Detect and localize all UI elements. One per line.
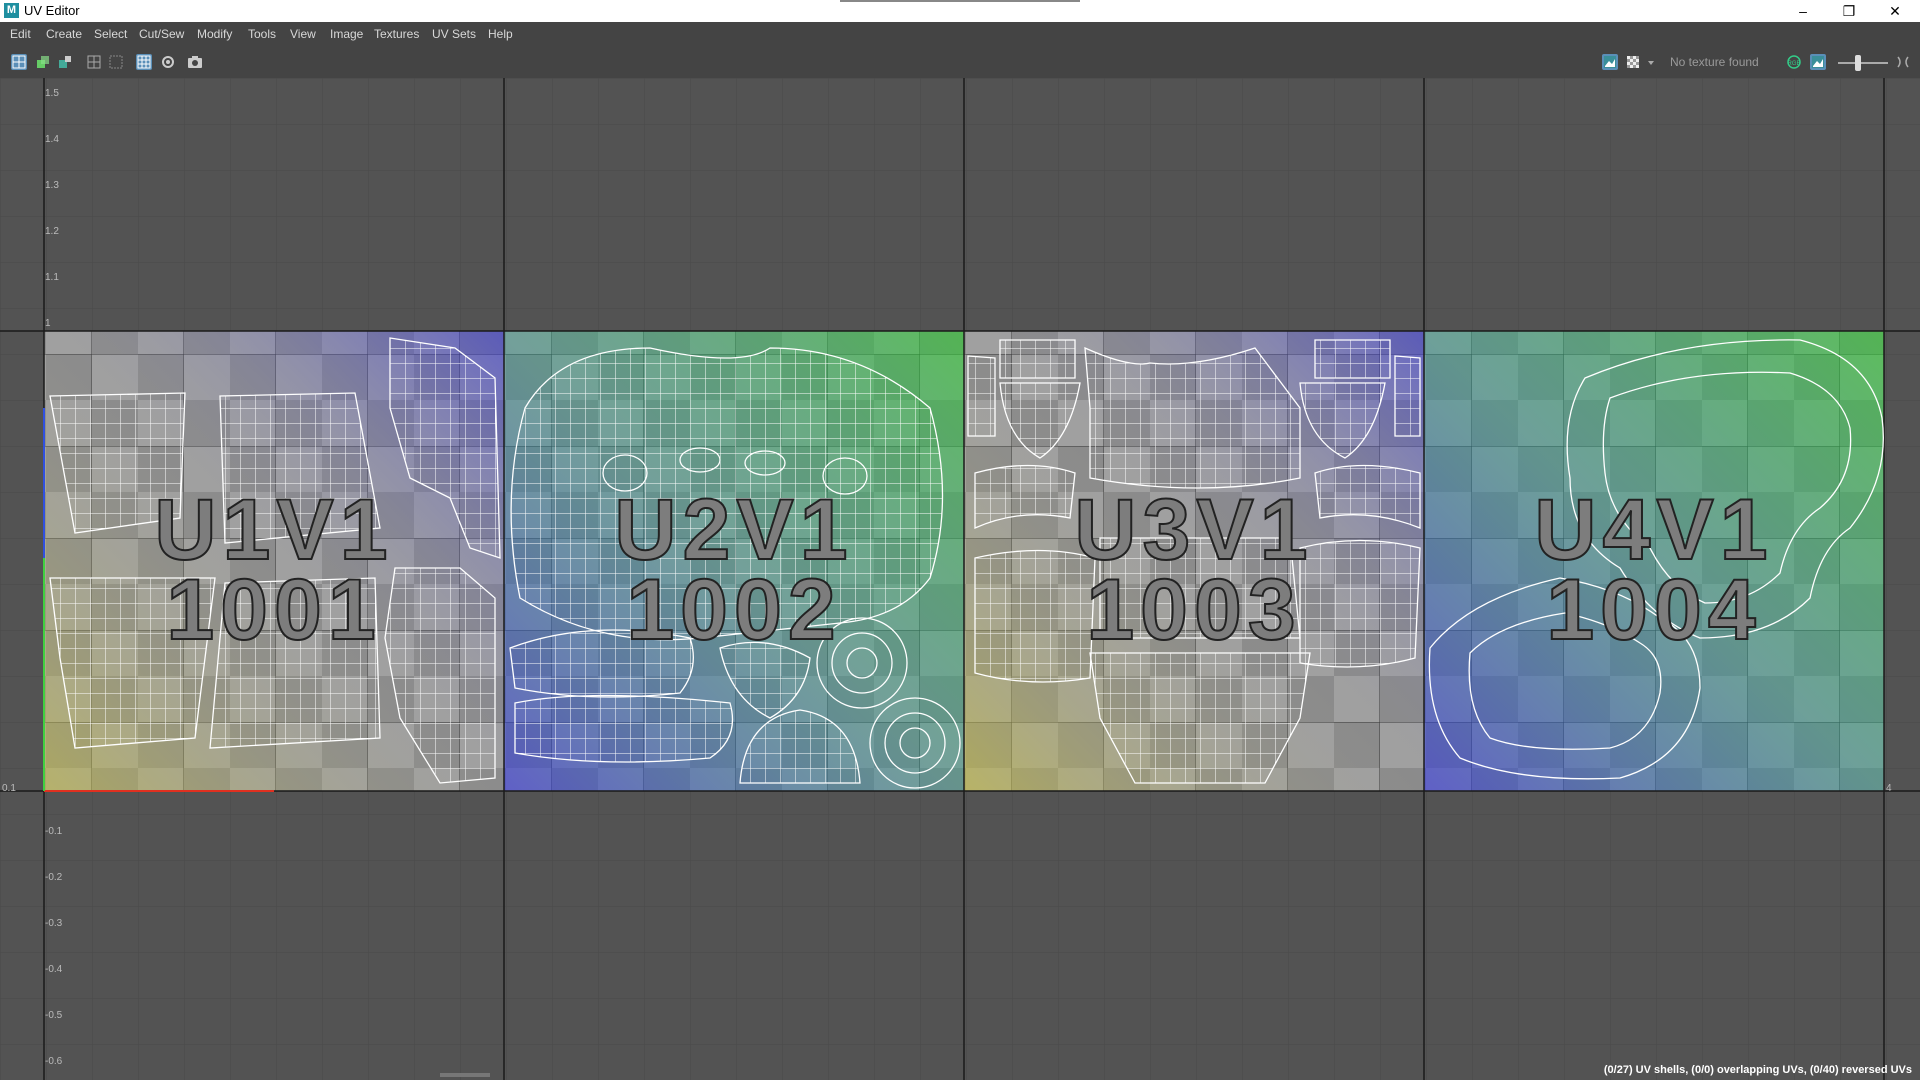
alpha-display-icon[interactable] xyxy=(1810,54,1826,70)
checker-grid-icon[interactable] xyxy=(136,54,152,70)
axis-label: -0.1 xyxy=(45,826,63,837)
axis-label: 1.5 xyxy=(45,88,59,99)
axis-label: -0.2 xyxy=(45,872,63,883)
axis-label: -0.5 xyxy=(45,1010,63,1021)
menu-textures[interactable]: Textures xyxy=(374,27,419,41)
title-bar: M UV Editor – ❐ ✕ xyxy=(0,0,1920,22)
udim-id: 1001 xyxy=(165,561,382,659)
exposure-slider-handle[interactable] xyxy=(1855,55,1861,71)
uv-viewport[interactable]: 1.5 1.4 1.3 1.2 1.1 1 0.1 4 -0.1 -0.2 -0… xyxy=(0,78,1920,1080)
rgb-channel-icon[interactable]: RGB xyxy=(1786,54,1802,70)
menu-edit[interactable]: Edit xyxy=(10,27,31,41)
axis-label: 1 xyxy=(45,318,51,329)
udim-tile-1004: U4V1 1004 xyxy=(1424,331,1884,791)
checker-texture-icon[interactable] xyxy=(1625,54,1641,70)
menu-uv-sets[interactable]: UV Sets xyxy=(432,27,476,41)
gamma-icon[interactable] xyxy=(1895,54,1911,70)
menu-view[interactable]: View xyxy=(290,27,316,41)
axis-label: -0.3 xyxy=(45,918,63,929)
close-button[interactable]: ✕ xyxy=(1872,0,1918,22)
minimize-button[interactable]: – xyxy=(1780,0,1826,22)
menu-bar: Edit Create Select Cut/Sew Modify Tools … xyxy=(0,22,1920,46)
axis-label: -0.4 xyxy=(45,964,63,975)
menu-tools[interactable]: Tools xyxy=(248,27,276,41)
restore-button[interactable]: ❐ xyxy=(1826,0,1872,22)
axis-label-right: 4 xyxy=(1886,783,1892,794)
udim-tile-1003: U3V1 1003 xyxy=(964,331,1424,791)
udim-id: 1004 xyxy=(1545,561,1762,659)
menu-image[interactable]: Image xyxy=(330,27,363,41)
dropdown-arrow-icon[interactable] xyxy=(1646,54,1656,70)
camera-snapshot-icon[interactable] xyxy=(187,54,203,70)
menu-select[interactable]: Select xyxy=(94,27,127,41)
uv-status-readout: (0/27) UV shells, (0/0) overlapping UVs,… xyxy=(1603,1064,1912,1076)
shaded-uv-icon[interactable] xyxy=(35,54,51,70)
axis-label: 1.4 xyxy=(45,134,59,145)
udim-id: 1002 xyxy=(625,561,842,659)
axis-label: 1.1 xyxy=(45,272,59,283)
sun-exposure-icon[interactable] xyxy=(160,54,176,70)
window-title: UV Editor xyxy=(24,3,80,18)
rgb-label: RGB xyxy=(1787,61,1800,67)
viewport-scroll-hint[interactable] xyxy=(440,1073,490,1077)
menu-cut-sew[interactable]: Cut/Sew xyxy=(139,27,184,41)
menu-create[interactable]: Create xyxy=(46,27,82,41)
udim-id: 1003 xyxy=(1085,561,1302,659)
udim-tile-1001: U1V1 1001 xyxy=(44,331,504,791)
image-display-icon[interactable] xyxy=(1602,54,1618,70)
axis-label: 1.2 xyxy=(45,226,59,237)
texture-status: No texture found xyxy=(1670,55,1759,69)
axis-label: 1.3 xyxy=(45,180,59,191)
menu-help[interactable]: Help xyxy=(488,27,513,41)
drag-handle[interactable] xyxy=(840,0,1080,2)
distortion-icon[interactable] xyxy=(57,54,73,70)
maya-app-icon: M xyxy=(4,3,19,18)
toolbar: No texture found RGB xyxy=(0,46,1920,79)
udim-tile-1002: U2V1 1002 xyxy=(504,331,964,791)
uv-select-icon[interactable] xyxy=(11,54,27,70)
exposure-slider-track[interactable] xyxy=(1838,62,1888,64)
axis-label: -0.6 xyxy=(45,1056,63,1067)
pixel-snap-icon[interactable] xyxy=(108,54,124,70)
axis-label-origin: 0.1 xyxy=(2,783,16,794)
menu-modify[interactable]: Modify xyxy=(197,27,232,41)
grid-icon[interactable] xyxy=(86,54,102,70)
